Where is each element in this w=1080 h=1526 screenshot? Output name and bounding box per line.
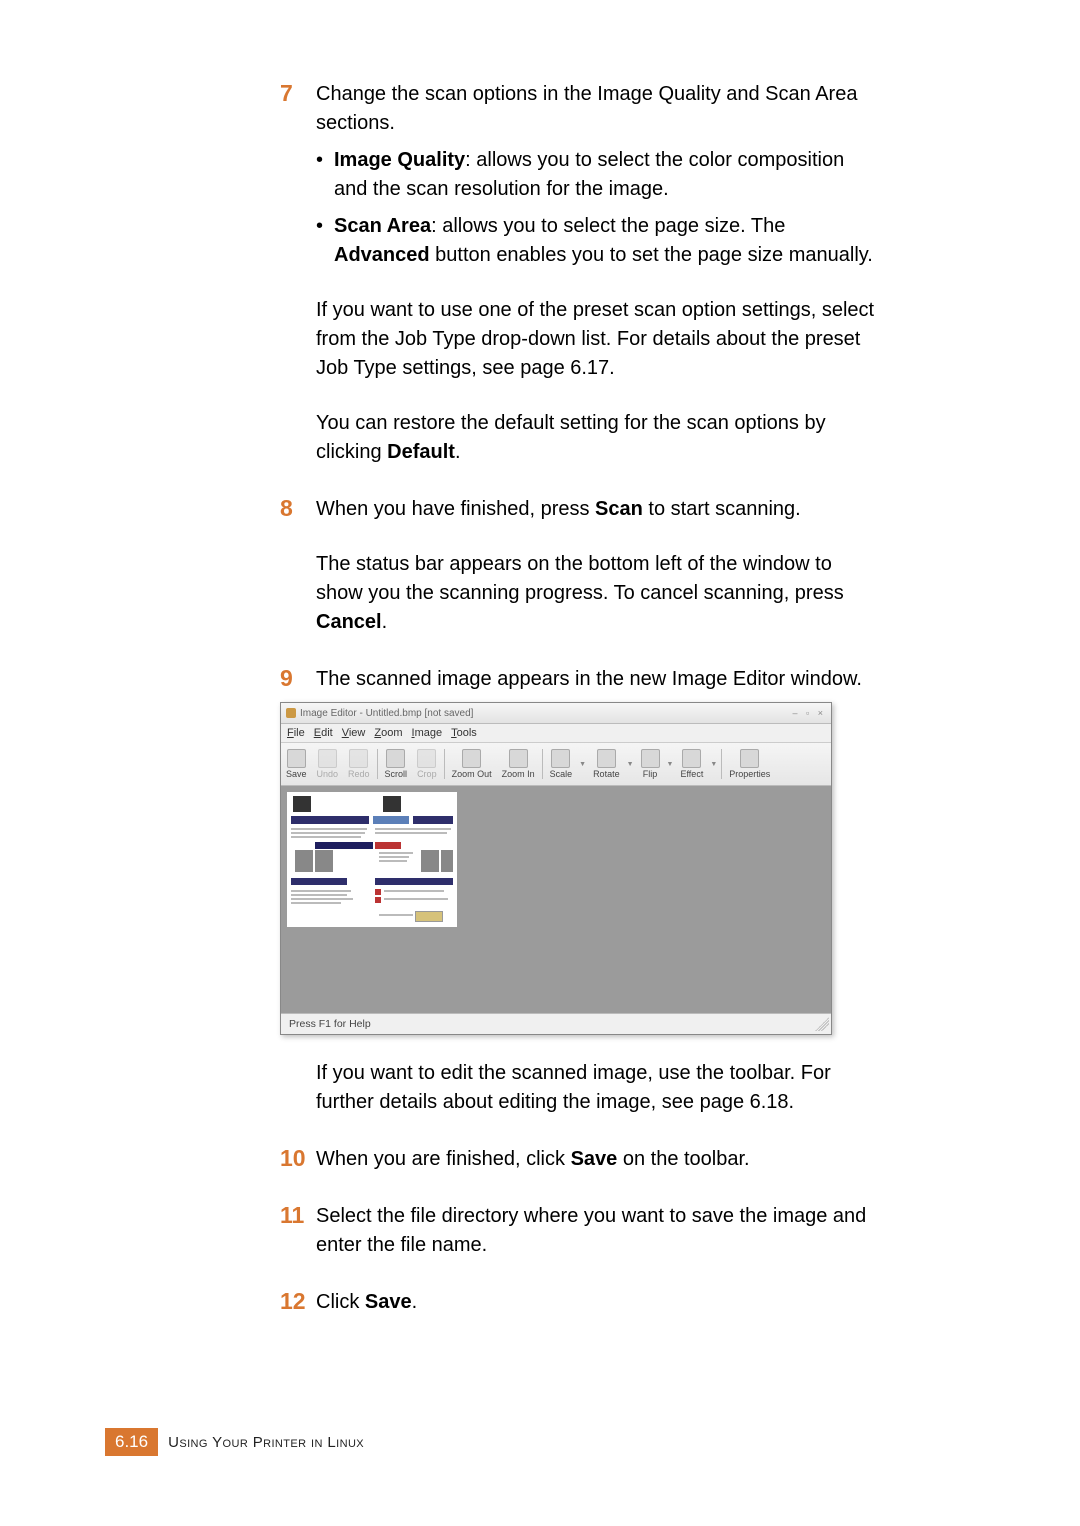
step-number: 11: [280, 1202, 316, 1260]
toolbar-separator: [542, 749, 543, 779]
scale-button[interactable]: Scale: [545, 747, 578, 781]
redo-button[interactable]: Redo: [343, 747, 375, 781]
flip-icon: [641, 749, 660, 768]
bullet-image-quality: • Image Quality: allows you to select th…: [316, 146, 880, 204]
bullet-dot: •: [316, 146, 334, 204]
canvas-area[interactable]: [281, 786, 831, 1013]
page-content: 7 Change the scan options in the Image Q…: [280, 80, 880, 1345]
undo-button[interactable]: Undo: [312, 747, 344, 781]
step-number: 7: [280, 80, 316, 467]
app-icon: [286, 708, 296, 718]
step9-after: If you want to edit the scanned image, u…: [316, 1059, 880, 1117]
page-footer: 6.16 Using Your Printer in Linux: [105, 1428, 364, 1456]
crop-icon: [417, 749, 436, 768]
step10-p: When you are finished, click Save on the…: [316, 1145, 880, 1174]
window-title: Image Editor - Untitled.bmp [not saved]: [300, 708, 473, 719]
step-body: When you have finished, press Scan to st…: [316, 495, 880, 637]
step-body: Change the scan options in the Image Qua…: [316, 80, 880, 467]
step11-p: Select the file directory where you want…: [316, 1202, 880, 1260]
toolbar-separator: [444, 749, 445, 779]
save-button[interactable]: Save: [281, 747, 312, 781]
menu-bar: File Edit View Zoom Image Tools: [281, 724, 831, 743]
step7-p2: If you want to use one of the preset sca…: [316, 296, 880, 383]
step-7: 7 Change the scan options in the Image Q…: [280, 80, 880, 467]
toolbar-separator: [377, 749, 378, 779]
step9-p1: The scanned image appears in the new Ima…: [316, 665, 880, 694]
zoom-in-icon: [509, 749, 528, 768]
menu-image[interactable]: Image: [412, 727, 443, 739]
zoom-in-button[interactable]: Zoom In: [497, 747, 540, 781]
menu-tools[interactable]: Tools: [451, 727, 477, 739]
chevron-down-icon[interactable]: ▼: [665, 761, 676, 768]
resize-grip-icon[interactable]: [815, 1017, 829, 1031]
scroll-icon: [386, 749, 405, 768]
status-text: Press F1 for Help: [289, 1018, 371, 1030]
rotate-icon: [597, 749, 616, 768]
toolbar-separator: [721, 749, 722, 779]
step-11: 11 Select the file directory where you w…: [280, 1202, 880, 1260]
step-number: 8: [280, 495, 316, 637]
step-number: 12: [280, 1288, 316, 1317]
menu-view[interactable]: View: [342, 727, 366, 739]
status-bar: Press F1 for Help: [281, 1013, 831, 1034]
save-icon: [287, 749, 306, 768]
zoom-out-icon: [462, 749, 481, 768]
properties-button[interactable]: Properties: [724, 747, 775, 781]
menu-file[interactable]: File: [287, 727, 305, 739]
step7-intro: Change the scan options in the Image Qua…: [316, 80, 880, 138]
page-number-badge: 6.16: [105, 1428, 158, 1456]
step-9: 9 The scanned image appears in the new I…: [280, 665, 880, 694]
step12-p: Click Save.: [316, 1288, 880, 1317]
bullet-rest-a: : allows you to select the page size. Th…: [431, 215, 785, 237]
scale-icon: [551, 749, 570, 768]
bullet-list: • Image Quality : allows you to select th…: [316, 146, 880, 270]
chevron-down-icon[interactable]: ▼: [625, 761, 636, 768]
window-controls[interactable]: – ▫ ×: [793, 708, 826, 718]
step-8: 8 When you have finished, press Scan to …: [280, 495, 880, 637]
menu-edit[interactable]: Edit: [314, 727, 333, 739]
effect-button[interactable]: Effect: [675, 747, 708, 781]
step8-p1: When you have finished, press Scan to st…: [316, 495, 880, 524]
step-number: 10: [280, 1145, 316, 1174]
scanned-image-preview: [287, 792, 457, 927]
step-9-after: If you want to edit the scanned image, u…: [280, 1059, 880, 1117]
effect-icon: [682, 749, 701, 768]
menu-zoom[interactable]: Zoom: [374, 727, 402, 739]
image-editor-screenshot: Image Editor - Untitled.bmp [not saved] …: [280, 702, 880, 1035]
step-12: 12 Click Save.: [280, 1288, 880, 1317]
chevron-down-icon[interactable]: ▼: [708, 761, 719, 768]
toolbar: Save Undo Redo Scroll Crop Zoom Out Zoom…: [281, 743, 831, 786]
bullet-dot: •: [316, 212, 334, 270]
bullet-scan-area: • Scan Area: allows you to select the pa…: [316, 212, 880, 270]
properties-icon: [740, 749, 759, 768]
bullet-bold: Scan Area: [334, 215, 431, 237]
flip-button[interactable]: Flip: [636, 747, 665, 781]
window-titlebar: Image Editor - Untitled.bmp [not saved] …: [281, 703, 831, 724]
step8-p2: The status bar appears on the bottom lef…: [316, 550, 880, 637]
rotate-button[interactable]: Rotate: [588, 747, 625, 781]
bullet-rest-b: button enables you to set the page size …: [430, 244, 873, 266]
redo-icon: [349, 749, 368, 768]
step7-p3: You can restore the default setting for …: [316, 409, 880, 467]
bullet-bold: Image Quality: [334, 149, 465, 171]
zoom-out-button[interactable]: Zoom Out: [447, 747, 497, 781]
footer-chapter-title: Using Your Printer in Linux: [168, 1434, 364, 1451]
chevron-down-icon[interactable]: ▼: [577, 761, 588, 768]
image-editor-window: Image Editor - Untitled.bmp [not saved] …: [280, 702, 832, 1035]
scroll-button[interactable]: Scroll: [380, 747, 413, 781]
bullet-bold-b: Advanced: [334, 244, 430, 266]
step-body: The scanned image appears in the new Ima…: [316, 665, 880, 694]
undo-icon: [318, 749, 337, 768]
step-10: 10 When you are finished, click Save on …: [280, 1145, 880, 1174]
crop-button[interactable]: Crop: [412, 747, 442, 781]
step-number: 9: [280, 665, 316, 694]
